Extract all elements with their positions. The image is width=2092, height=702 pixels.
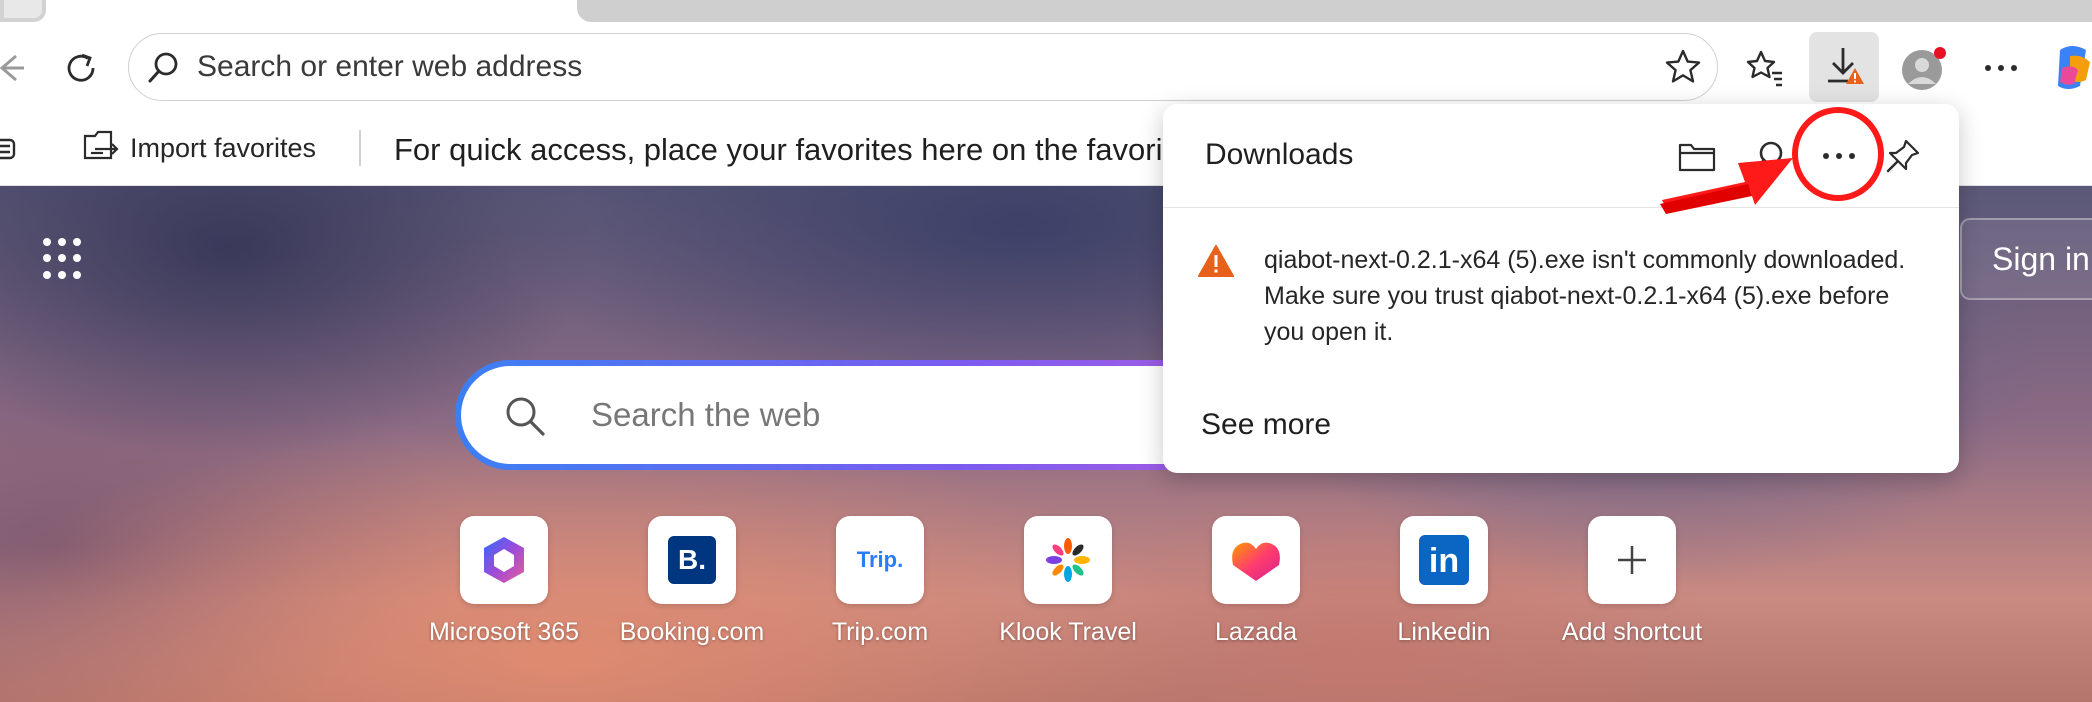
folder-icon <box>1678 143 1716 172</box>
downloads-button[interactable] <box>1809 32 1879 102</box>
add-favorite-star-icon[interactable] <box>1661 45 1705 89</box>
trip-logo: Trip. <box>856 547 904 572</box>
import-favorites-icon[interactable] <box>80 127 122 167</box>
sign-in-button[interactable]: Sign in <box>1960 218 2092 300</box>
shortcut-lazada[interactable]: Lazada <box>1171 516 1341 647</box>
downloads-more-options-button[interactable] <box>1813 130 1865 182</box>
shortcut-label: Lazada <box>1214 618 1298 646</box>
favorites-icon[interactable] <box>1742 46 1786 90</box>
shortcut-add[interactable]: Add shortcut <box>1547 516 1717 647</box>
lazada-icon <box>1212 516 1300 604</box>
web-search-icon <box>501 392 549 440</box>
import-favorites-link[interactable]: Import favorites <box>130 133 316 164</box>
pin-downloads-button[interactable] <box>1877 130 1929 182</box>
favorites-separator <box>359 130 361 166</box>
shortcut-booking[interactable]: B. Booking.com <box>607 516 777 647</box>
search-icon <box>143 46 185 88</box>
booking-icon: B. <box>648 516 736 604</box>
shortcut-label: Add shortcut <box>1561 618 1703 646</box>
address-input[interactable] <box>197 46 1597 88</box>
downloads-panel: Downloads qiabot-next-0.2.1-x64 (5).exe … <box>1163 104 1959 473</box>
pin-icon <box>1886 139 1920 173</box>
tab-strip-background <box>577 0 2092 22</box>
collections-icon[interactable] <box>0 132 22 166</box>
more-options-icon[interactable] <box>1979 48 2023 88</box>
shortcut-label: Booking.com <box>619 618 765 646</box>
linkedin-logo: in <box>1419 535 1469 585</box>
linkedin-icon: in <box>1400 516 1488 604</box>
microsoft-365-icon <box>460 516 548 604</box>
back-icon[interactable] <box>0 48 24 88</box>
shortcut-microsoft-365[interactable]: Microsoft 365 <box>419 516 589 647</box>
tab-active[interactable] <box>0 0 46 22</box>
shortcut-klook[interactable]: Klook Travel <box>983 516 1153 647</box>
refresh-icon[interactable] <box>60 47 102 89</box>
shortcut-linkedin[interactable]: in Linkedin <box>1359 516 1529 647</box>
shortcut-label: Linkedin <box>1397 618 1491 646</box>
shortcut-label: Microsoft 365 <box>428 618 580 646</box>
see-more-link[interactable]: See more <box>1201 408 1331 442</box>
trip-icon: Trip. <box>836 516 924 604</box>
app-launcher-icon[interactable] <box>43 238 85 280</box>
downloads-title: Downloads <box>1205 138 1354 171</box>
address-bar[interactable] <box>128 33 1718 101</box>
search-downloads-button[interactable] <box>1743 130 1795 182</box>
shortcut-label: Klook Travel <box>999 618 1137 646</box>
download-icon <box>1823 44 1865 90</box>
more-options-icon <box>1823 153 1855 159</box>
shortcut-trip[interactable]: Trip. Trip.com <box>795 516 965 647</box>
warning-icon <box>1198 244 1234 283</box>
tab-strip <box>0 0 2092 26</box>
search-icon <box>1753 141 1783 172</box>
download-warning-message: qiabot-next-0.2.1-x64 (5).exe isn't comm… <box>1264 246 1906 346</box>
copilot-icon[interactable] <box>2052 40 2092 96</box>
booking-logo: B. <box>668 536 716 584</box>
downloads-divider <box>1163 207 1959 208</box>
shortcut-label: Trip.com <box>831 618 929 646</box>
plus-icon <box>1588 516 1676 604</box>
browser-toolbar <box>0 26 2092 110</box>
open-downloads-folder-button[interactable] <box>1671 130 1723 182</box>
klook-icon <box>1024 516 1112 604</box>
profile-avatar[interactable] <box>1898 44 1948 94</box>
favorites-hint-text: For quick access, place your favorites h… <box>394 132 1189 167</box>
